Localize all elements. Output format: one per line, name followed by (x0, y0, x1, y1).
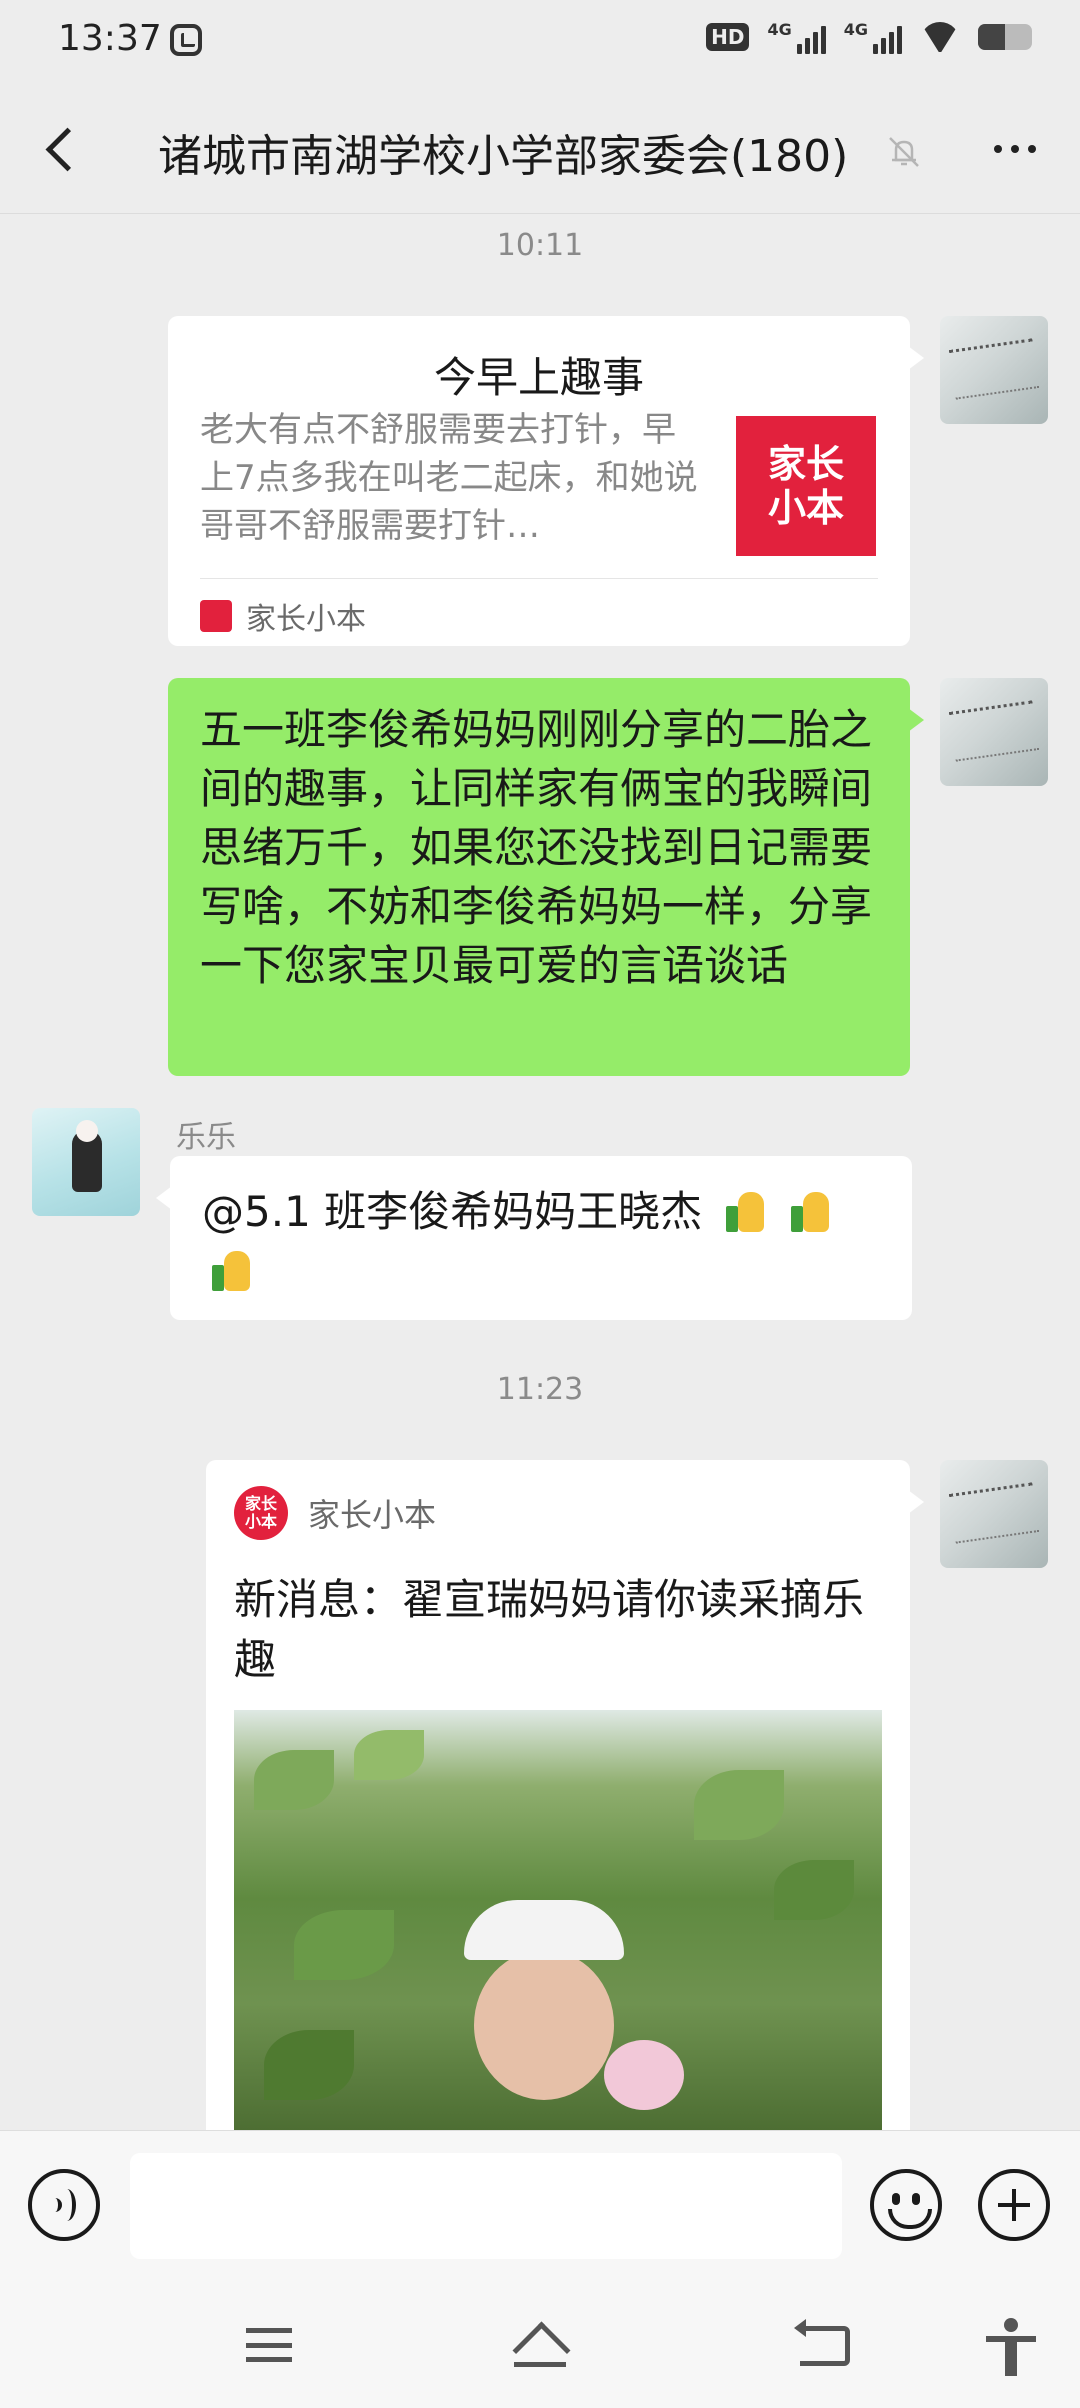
back-button[interactable] (30, 114, 100, 184)
home-icon[interactable] (512, 2322, 568, 2370)
reply-message[interactable]: @5.1 班李俊希妈妈王晓杰 (156, 1156, 912, 1320)
link-card-title: 今早上趣事 (433, 353, 644, 402)
child-face (474, 1950, 614, 2100)
link-card-description: 老大有点不舒服需要去打针，早上7点多我在叫老二起床，和她说哥哥不舒服需要打针… (200, 410, 698, 546)
battery-icon (978, 24, 1032, 50)
hd-voice-icon: HD (706, 23, 750, 51)
thumb-text-2: 小本 (767, 485, 844, 530)
text-message-content: 五一班李俊希妈妈刚刚分享的二胎之间的趣事，让同样家有俩宝的我瞬间思绪万千，如果您… (200, 705, 873, 990)
link-card-source-name: 家长小本 (246, 602, 366, 637)
chat-title: 诸城市南湖学校小学部家委会(180) (158, 131, 849, 182)
message-input[interactable] (130, 2153, 842, 2259)
link-card-message[interactable]: 今早上趣事 老大有点不舒服需要去打针，早上7点多我在叫老二起床，和她说哥哥不舒服… (168, 316, 924, 646)
self-avatar[interactable] (940, 678, 1048, 786)
status-time: 13:37 (58, 18, 162, 59)
back-icon[interactable] (794, 2319, 850, 2366)
mini-program-title: 新消息：翟宣瑞妈妈请你读采摘乐趣 (234, 1575, 865, 1684)
status-bar: 13:37 HD 4G 4G (0, 0, 1080, 84)
app-notification-icon (170, 24, 202, 56)
sender-avatar-lele[interactable] (32, 1108, 140, 1216)
signal-1-icon: 4G (767, 20, 826, 54)
accessibility-icon[interactable] (986, 2318, 1036, 2378)
mini-program-name: 家长小本 (308, 1496, 437, 1534)
link-card-source: 家长小本 (200, 594, 366, 638)
card-divider (200, 578, 878, 579)
logo-text-1: 家长 (244, 1494, 277, 1513)
mini-program-header: 家长 小本 家长小本 (234, 1486, 436, 1540)
system-navigation-bar (0, 2278, 1080, 2408)
network-type-2: 4G (843, 20, 868, 39)
message-input-bar (0, 2130, 1080, 2278)
mini-program-card[interactable]: 家长 小本 家长小本 新消息：翟宣瑞妈妈请你读采摘乐趣 (206, 1460, 924, 2160)
mute-bell-icon (889, 137, 919, 167)
self-avatar[interactable] (940, 316, 1048, 424)
menu-icon[interactable] (246, 2328, 292, 2362)
status-indicators: HD 4G 4G (706, 20, 1032, 54)
logo-text-2: 小本 (244, 1512, 277, 1531)
self-avatar[interactable] (940, 1460, 1048, 1568)
emoji-button[interactable] (870, 2169, 942, 2241)
sender-name: 乐乐 (176, 1120, 236, 1155)
mini-program-logo-icon: 家长 小本 (234, 1486, 288, 1540)
reply-text: @5.1 班李俊希妈妈王晓杰 (202, 1187, 703, 1236)
thumbs-up-icon (722, 1188, 768, 1234)
more-options-button[interactable] (980, 124, 1050, 174)
jiazhang-xiaoben-logo-icon (200, 600, 232, 632)
link-card-thumbnail: 家长 小本 (736, 416, 876, 556)
message-timestamp: 11:23 (496, 1372, 584, 1407)
reply-message-content: @5.1 班李俊希妈妈王晓杰 (202, 1182, 882, 1300)
message-timestamp: 10:11 (496, 228, 584, 263)
child-cap (464, 1900, 624, 1960)
thumbs-up-icon (208, 1247, 254, 1293)
chat-header: 诸城市南湖学校小学部家委会(180) (0, 84, 1080, 214)
signal-2-icon: 4G (844, 20, 902, 54)
text-message[interactable]: 五一班李俊希妈妈刚刚分享的二胎之间的趣事，让同样家有俩宝的我瞬间思绪万千，如果您… (168, 678, 924, 1076)
voice-input-button[interactable] (28, 2169, 100, 2241)
more-functions-button[interactable] (978, 2169, 1050, 2241)
network-type-1: 4G (767, 20, 792, 39)
wifi-icon (920, 22, 960, 52)
battery-level (978, 24, 1005, 50)
thumbs-up-icon (787, 1188, 833, 1234)
mini-program-cover-image (234, 1710, 882, 2130)
flower (604, 2040, 684, 2110)
thumb-text-1: 家长 (767, 441, 844, 486)
